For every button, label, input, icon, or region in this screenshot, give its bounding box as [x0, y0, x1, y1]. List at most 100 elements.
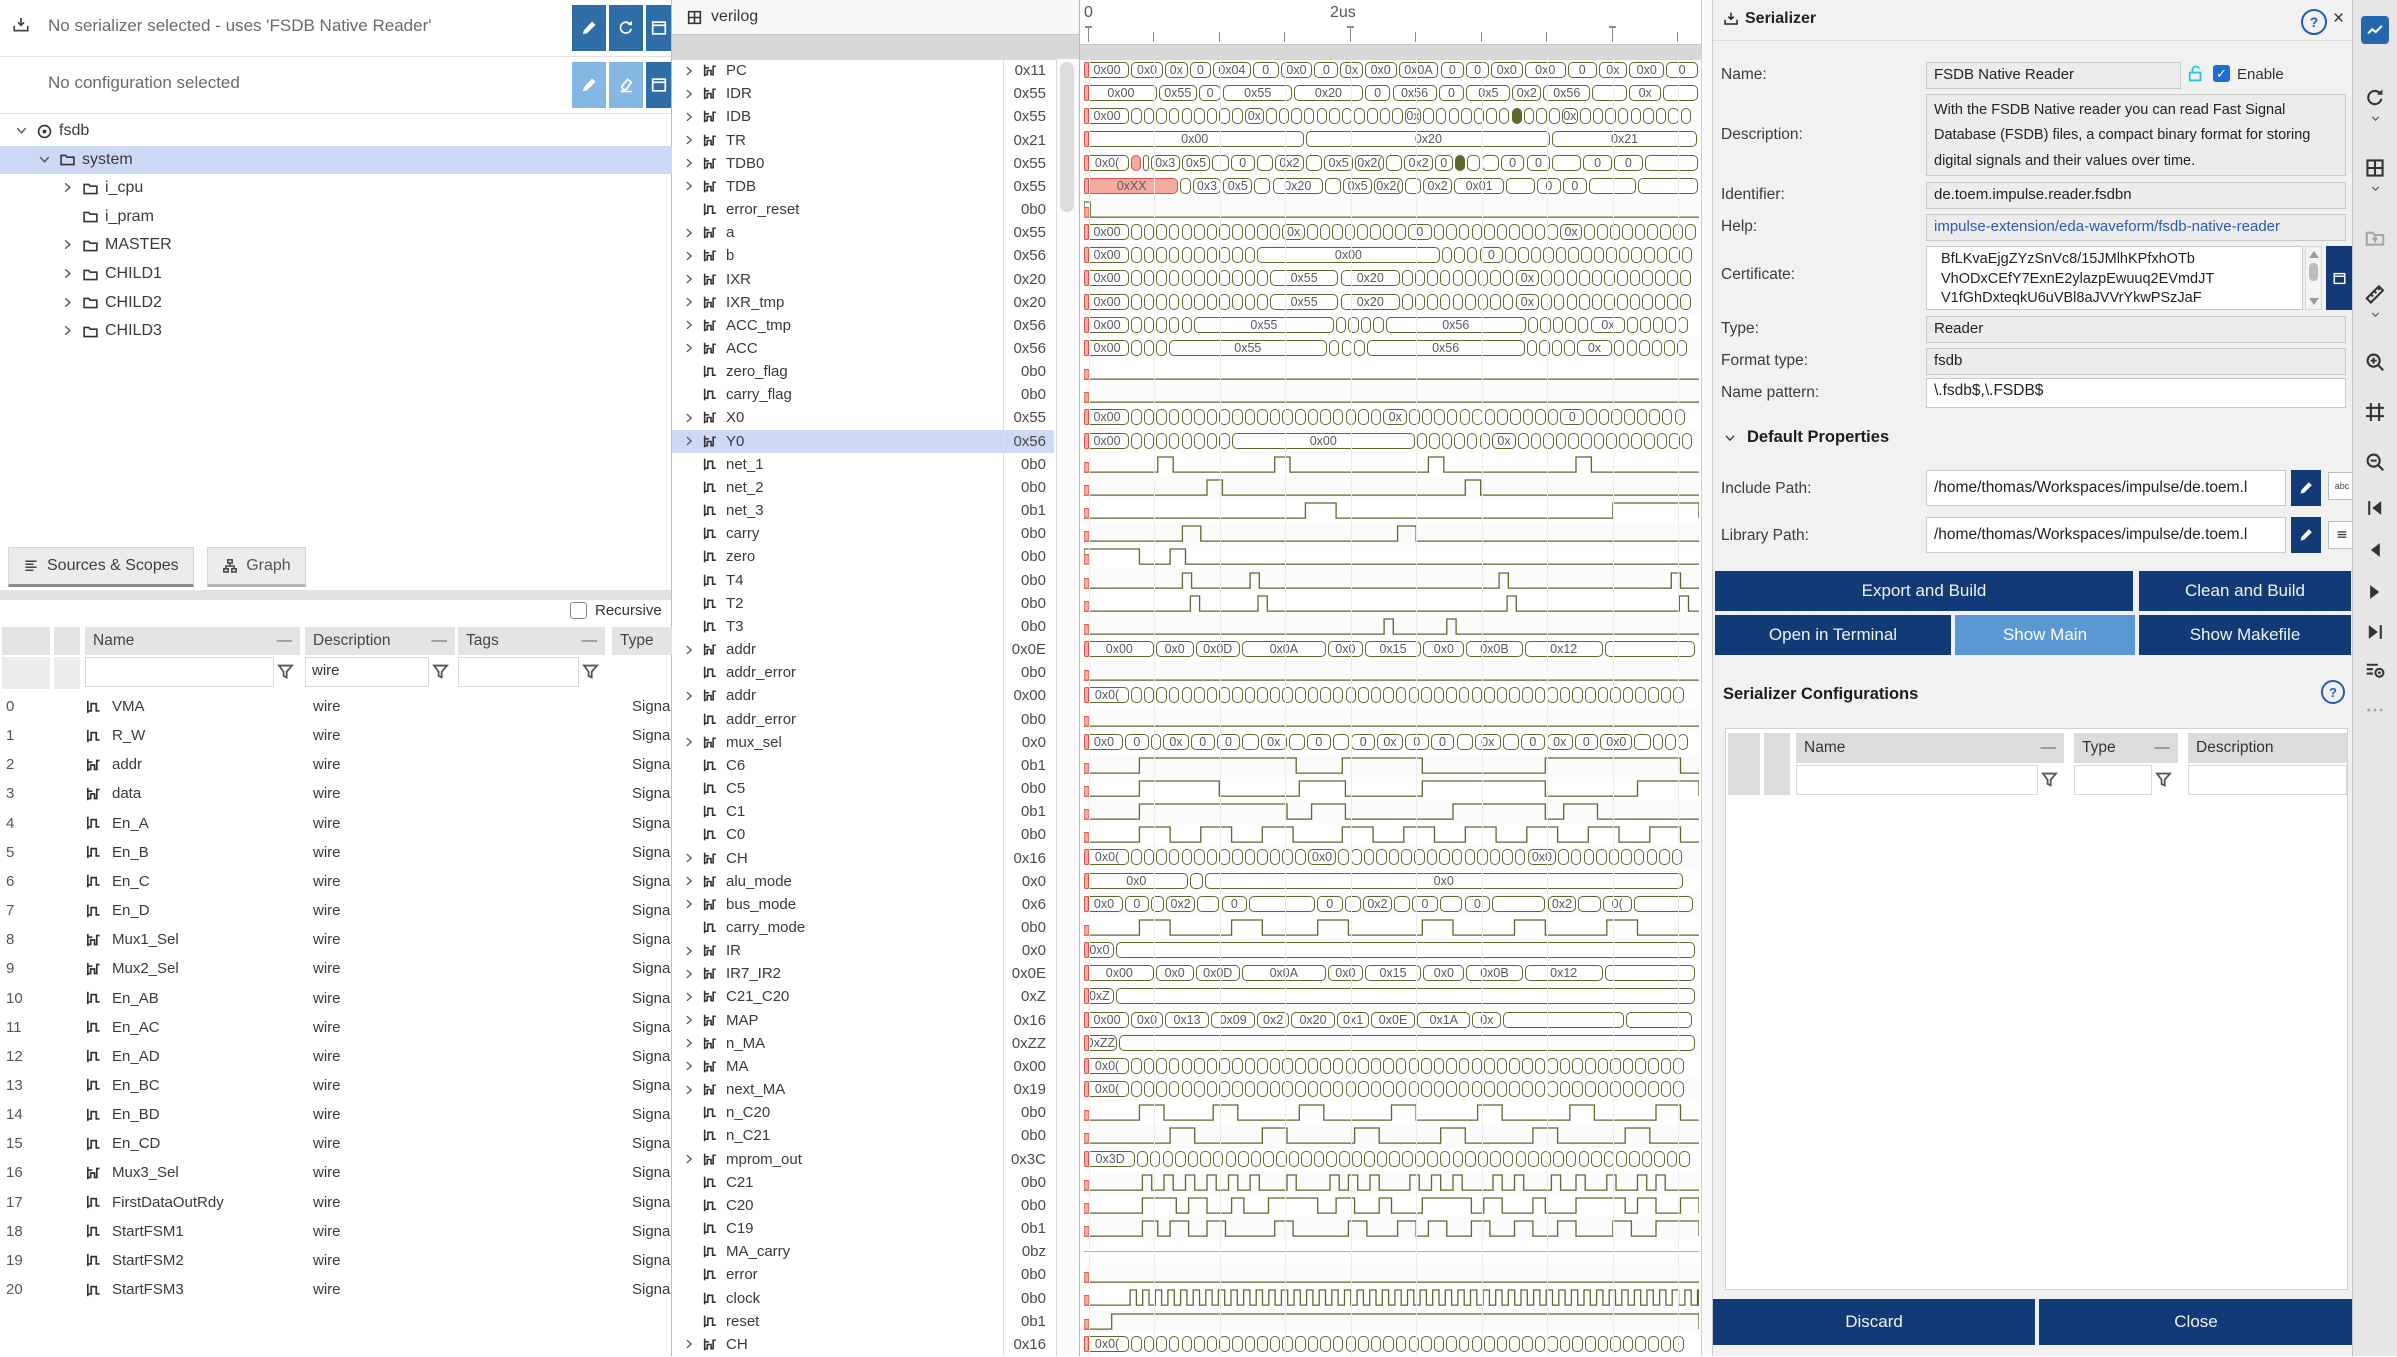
expander-right-icon[interactable] — [682, 1337, 696, 1351]
wave-row-addr[interactable]: 0x000x00x0D0x0A0x00x150x00x0B0x12 — [1084, 638, 1699, 661]
wave-signal-item-MA[interactable]: MA0x00 — [672, 1055, 1054, 1078]
help-link[interactable]: impulse-extension/eda-waveform/fsdb-nati… — [1926, 214, 2346, 241]
wave-row-zero_flag[interactable] — [1084, 360, 1699, 383]
open-in-terminal-button[interactable]: Open in Terminal — [1715, 615, 1951, 655]
wave-signal-item-carry_flag[interactable]: carry_flag0b0 — [672, 383, 1054, 406]
wave-row-CH[interactable]: 0x0(0x00x0 — [1084, 846, 1699, 869]
wave-row-a[interactable]: 0x000x00x — [1084, 221, 1699, 244]
wave-signal-item-TR[interactable]: TR0x21 — [672, 128, 1054, 151]
signal-table-row-En_B[interactable]: 5En_BwireSigna — [0, 838, 671, 867]
show-main-button[interactable]: Show Main — [1955, 615, 2135, 655]
scope-tree-item-MASTER[interactable]: MASTER — [0, 231, 720, 259]
expander-right-icon[interactable] — [682, 1083, 696, 1097]
wave-row-alu_mode[interactable]: 0x00x0 — [1084, 870, 1699, 893]
expander-right-icon[interactable] — [682, 110, 696, 124]
wave-row-MAP[interactable]: 0x000x00x130x090x20x200x10x0E0x1A0x — [1084, 1009, 1699, 1032]
wave-signal-item-T4[interactable]: T40b0 — [672, 569, 1054, 592]
certificate-field[interactable]: BfLKvaEjgZYzSnVc8/15JMlhKPfxhOTbVhODxCEf… — [1926, 246, 2303, 310]
wave-signal-item-addr[interactable]: addr0x00 — [672, 684, 1054, 707]
library-path-field[interactable]: /home/thomas/Workspaces/impulse/de.toem.… — [1926, 517, 2286, 553]
signal-table-row-En_AD[interactable]: 12En_ADwireSigna — [0, 1042, 671, 1071]
expander-right-icon[interactable] — [682, 295, 696, 309]
toolbar-prev-button[interactable] — [2361, 536, 2389, 564]
wave-signal-item-zero_flag[interactable]: zero_flag0b0 — [672, 360, 1054, 383]
toolbar-refresh-chevron[interactable] — [2361, 112, 2389, 124]
wave-row-TDB[interactable]: 0xXX0x30x50x200x50x2(0x20x0100 — [1084, 175, 1699, 198]
filter-funnel-icon[interactable] — [276, 662, 296, 682]
wave-signal-item-CH[interactable]: CH0x16 — [672, 846, 1054, 869]
filter-input-name[interactable] — [85, 657, 274, 687]
wave-signal-item-IDB[interactable]: IDB0x55 — [672, 105, 1054, 128]
refresh-serializer-button[interactable] — [609, 5, 643, 51]
wave-row-C19[interactable] — [1084, 1217, 1699, 1240]
wave-signal-item-carry[interactable]: carry0b0 — [672, 522, 1054, 545]
wave-signal-item-IXR[interactable]: IXR0x20 — [672, 267, 1054, 290]
signal-table-row-En_BC[interactable]: 13En_BCwireSigna — [0, 1071, 671, 1100]
wave-signal-item-bus_mode[interactable]: bus_mode0x6 — [672, 893, 1054, 916]
wave-signal-item-error[interactable]: error0b0 — [672, 1263, 1054, 1286]
toolbar-frame-button[interactable] — [2361, 398, 2389, 426]
signal-table-row-addr[interactable]: 2addrwireSigna — [0, 750, 671, 779]
toolbar-refresh-button[interactable] — [2361, 84, 2389, 112]
recursive-option[interactable]: Recursive — [570, 602, 662, 619]
expander-right-icon[interactable] — [682, 133, 696, 147]
signal-table-row-En_C[interactable]: 6En_CwireSigna — [0, 867, 671, 896]
toolbar-grid-chevron[interactable] — [2361, 182, 2389, 194]
scope-tree-item-system[interactable]: system — [0, 146, 697, 174]
wave-signal-item-alu_mode[interactable]: alu_mode0x0 — [672, 870, 1054, 893]
wave-row-MA_carry[interactable] — [1084, 1240, 1699, 1263]
wave-signal-item-addr_error[interactable]: addr_error0b0 — [672, 661, 1054, 684]
description-field[interactable]: With the FSDB Native reader you can read… — [1926, 94, 2346, 176]
wave-signal-item-IR[interactable]: IR0x0 — [672, 939, 1054, 962]
expander-right-icon[interactable] — [682, 851, 696, 865]
lock-open-icon[interactable] — [2186, 64, 2205, 83]
wave-signal-item-error_reset[interactable]: error_reset0b0 — [672, 198, 1054, 221]
expander-right-icon[interactable] — [682, 156, 696, 170]
filter-funnel-icon[interactable] — [431, 662, 451, 682]
toolbar-zoom-in-button[interactable] — [2361, 348, 2389, 376]
wave-row-clock[interactable] — [1084, 1286, 1699, 1309]
edit-serializer-button[interactable] — [572, 5, 606, 51]
identifier-field[interactable]: de.toem.impulse.reader.fsdbn — [1926, 182, 2346, 209]
config-column-header-description[interactable]: Description — [2188, 733, 2347, 763]
tab-graph[interactable]: Graph — [207, 547, 305, 587]
signal-table-row-En_A[interactable]: 4En_AwireSigna — [0, 809, 671, 838]
toolbar-zoom-out-button[interactable] — [2361, 448, 2389, 476]
expander-right-icon[interactable] — [682, 990, 696, 1004]
wave-signal-item-n_C21[interactable]: n_C210b0 — [672, 1124, 1054, 1147]
scope-tree-item-CHILD3[interactable]: CHILD3 — [0, 317, 720, 345]
wave-signal-item-C5[interactable]: C50b0 — [672, 777, 1054, 800]
signal-tree-scrollbar-thumb[interactable] — [1060, 62, 1074, 212]
expander-right-icon[interactable] — [682, 735, 696, 749]
wave-row-mprom_out[interactable]: 0x3D — [1084, 1148, 1699, 1171]
wave-row-error_reset[interactable] — [1084, 198, 1699, 221]
signal-table-row-StartFSM1[interactable]: 18StartFSM1wireSigna — [0, 1217, 671, 1246]
expander-right-icon[interactable] — [682, 689, 696, 703]
signal-table-row-Mux1_Sel[interactable]: 8Mux1_SelwireSigna — [0, 925, 671, 954]
config-filter-input-type[interactable] — [2074, 765, 2152, 795]
wave-row-ACC[interactable]: 0x000x550x560x — [1084, 337, 1699, 360]
filter-funnel-icon[interactable] — [2040, 770, 2060, 790]
wave-row-bus_mode[interactable]: 0x000x2000x2000x20( — [1084, 893, 1699, 916]
column-header-name[interactable]: Name— — [85, 627, 300, 655]
wave-signal-item-IDR[interactable]: IDR0x55 — [672, 82, 1054, 105]
wave-row-error[interactable] — [1084, 1263, 1699, 1286]
wave-signal-item-clock[interactable]: clock0b0 — [672, 1286, 1054, 1309]
expander-right-icon[interactable] — [682, 179, 696, 193]
wave-row-reset[interactable] — [1084, 1310, 1699, 1333]
wave-signal-item-TDB[interactable]: TDB0x55 — [672, 175, 1054, 198]
wave-row-addr[interactable]: 0x0( — [1084, 684, 1699, 707]
expander-right-icon[interactable] — [682, 226, 696, 240]
wave-signal-item-C21[interactable]: C210b0 — [672, 1171, 1054, 1194]
expander-right-icon[interactable] — [682, 897, 696, 911]
wave-row-IR7_IR2[interactable]: 0x000x00x0D0x0A0x00x150x00x0B0x12 — [1084, 962, 1699, 985]
expander-right-icon[interactable] — [682, 249, 696, 263]
column-header-tags[interactable]: Tags— — [458, 627, 605, 655]
wave-signal-item-b[interactable]: b0x56 — [672, 244, 1054, 267]
config-column-header-name[interactable]: Name— — [1796, 733, 2064, 763]
wave-row-C20[interactable] — [1084, 1194, 1699, 1217]
wave-row-CH[interactable]: 0x0( — [1084, 1333, 1699, 1356]
wave-row-C6[interactable] — [1084, 754, 1699, 777]
configurations-help-icon[interactable]: ? — [2321, 680, 2345, 704]
wave-signal-item-MA_carry[interactable]: MA_carry0bz — [672, 1240, 1054, 1263]
